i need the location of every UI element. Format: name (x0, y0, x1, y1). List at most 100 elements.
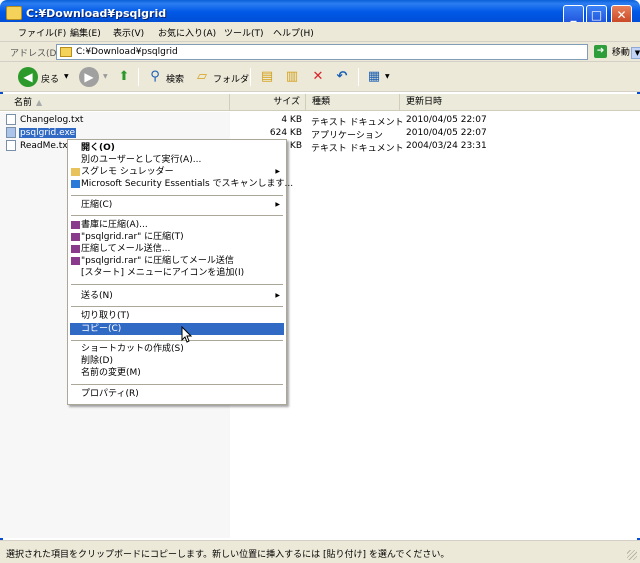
status-text: 選択された項目をクリップボードにコピーします。新しい位置に挿入するには [貼り付… (6, 550, 450, 560)
toolbar-separator (138, 68, 139, 86)
menu-item-cut[interactable]: 切り取り(T) (70, 310, 284, 322)
go-button[interactable]: ➜ 移動 (594, 45, 630, 58)
mouse-cursor-icon (181, 326, 193, 343)
winrar-icon (71, 257, 80, 265)
delete-icon[interactable]: ✕ (309, 69, 327, 85)
menu-separator (71, 384, 283, 385)
submenu-arrow-icon: ▶ (275, 201, 280, 208)
winrar-icon (71, 221, 80, 229)
file-name: ReadMe.txt (20, 140, 72, 151)
menu-separator (71, 195, 283, 196)
toolbar-separator (358, 68, 359, 86)
back-arrow-icon[interactable]: ◀ (18, 67, 38, 87)
file-date: 2010/04/05 22:07 (406, 115, 487, 125)
menu-item-compress-label: 圧縮(C) (81, 200, 113, 210)
menu-file[interactable]: ファイル(F) (18, 26, 66, 39)
menu-separator (71, 306, 283, 307)
up-folder-icon[interactable]: ⬆ (115, 69, 133, 85)
views-dropdown-icon[interactable]: ▼ (385, 73, 390, 80)
menu-item-copy[interactable]: コピー(C) (70, 323, 284, 335)
menu-item-pin-start[interactable]: [スタート] メニューにアイコンを追加(I) (70, 267, 284, 279)
menu-item-add-to-rar-label: "psqlgrid.rar" に圧縮(T) (81, 232, 184, 242)
address-input[interactable]: C:¥Download¥psqlgrid ▼ (56, 44, 640, 60)
mse-shield-icon (71, 180, 80, 188)
file-name-cell: ReadMe.txt (6, 140, 72, 151)
menu-item-compress-email-label: 圧縮してメール送信... (81, 244, 171, 254)
menu-separator (71, 215, 283, 216)
menu-item-run-as[interactable]: 別のユーザーとして実行(A)... (70, 154, 284, 166)
column-headers: 名前 ▲ サイズ 種類 更新日時 (0, 94, 640, 111)
menu-item-add-to-archive[interactable]: 書庫に圧縮(A)... (70, 219, 284, 231)
menu-bar: ファイル(F) 編集(E) 表示(V) お気に入り(A) ツール(T) ヘルプ(… (0, 22, 640, 63)
menu-item-properties[interactable]: プロパティ(R) (70, 388, 284, 400)
forward-arrow-icon[interactable]: ▶ (79, 67, 99, 87)
menu-view[interactable]: 表示(V) (113, 26, 144, 39)
file-date: 2004/03/24 23:31 (406, 141, 487, 151)
file-size: 4 KB (281, 115, 302, 125)
menu-item-open[interactable]: 開く(O) (70, 142, 284, 154)
sort-ascending-icon: ▲ (36, 98, 43, 107)
folder-icon (60, 47, 72, 57)
submenu-arrow-icon: ▶ (275, 168, 280, 175)
copy-to-icon[interactable]: ▥ (283, 69, 301, 85)
menu-item-delete[interactable]: 削除(D) (70, 355, 284, 367)
folders-icon[interactable]: ▱ (193, 69, 211, 85)
menu-item-mse-scan-label: Microsoft Security Essentials でスキャンします..… (81, 179, 294, 189)
shredder-icon (71, 168, 80, 176)
address-label: アドレス(D) (10, 49, 60, 59)
menu-item-rar-email[interactable]: "psqlgrid.rar" に圧縮してメール送信 (70, 255, 284, 267)
menu-item-add-to-archive-label: 書庫に圧縮(A)... (81, 220, 148, 230)
menu-item-shredder[interactable]: スグレモ シュレッダー ▶ (70, 166, 284, 178)
menu-edit[interactable]: 編集(E) (70, 26, 101, 39)
go-arrow-icon: ➜ (594, 45, 607, 58)
menu-tools[interactable]: ツール(T) (224, 26, 264, 39)
resize-grip-icon[interactable] (627, 550, 637, 560)
text-file-icon (6, 114, 16, 125)
search-icon[interactable]: ⚲ (146, 69, 164, 85)
file-name-cell: psqlgrid.exe (6, 127, 77, 138)
file-type: テキスト ドキュメント (311, 144, 404, 154)
file-name: psqlgrid.exe (19, 127, 77, 138)
menu-item-rename[interactable]: 名前の変更(M) (70, 367, 284, 379)
window-title: C:¥Download¥psqlgrid (26, 7, 167, 20)
back-dropdown-icon[interactable]: ▼ (64, 73, 69, 80)
menu-separator (71, 340, 283, 341)
column-header-name[interactable]: 名前 ▲ (0, 94, 230, 111)
column-header-date[interactable]: 更新日時 (400, 94, 640, 111)
undo-icon[interactable]: ↶ (333, 69, 351, 85)
chevron-down-icon[interactable]: ▼ (631, 47, 640, 59)
go-label: 移動 (611, 48, 630, 58)
menu-item-send-to[interactable]: 送る(N) ▶ (70, 290, 284, 302)
menu-help[interactable]: ヘルプ(H) (273, 26, 314, 39)
column-header-type[interactable]: 種類 (306, 94, 400, 111)
menu-item-create-shortcut[interactable]: ショートカットの作成(S) (70, 343, 284, 355)
file-row[interactable]: Changelog.txt 4 KB テキスト ドキュメント 2010/04/0… (0, 114, 640, 128)
status-bar: 選択された項目をクリップボードにコピーします。新しい位置に挿入するには [貼り付… (0, 540, 640, 563)
exe-file-icon (6, 127, 16, 138)
column-name-label: 名前 (14, 98, 33, 108)
menu-item-mse-scan[interactable]: Microsoft Security Essentials でスキャンします..… (70, 178, 293, 190)
menu-item-compress-email[interactable]: 圧縮してメール送信... (70, 243, 284, 255)
menu-item-shredder-label: スグレモ シュレッダー (81, 167, 174, 177)
winrar-icon (71, 233, 80, 241)
folders-button-label[interactable]: フォルダ (213, 72, 249, 85)
column-header-size[interactable]: サイズ (230, 94, 306, 111)
menu-item-compress[interactable]: 圧縮(C) ▶ (70, 199, 284, 211)
toolbar-separator (250, 68, 251, 86)
forward-dropdown-icon[interactable]: ▼ (103, 73, 108, 80)
move-to-icon[interactable]: ▤ (258, 69, 276, 85)
winrar-icon (71, 245, 80, 253)
menu-item-send-to-label: 送る(N) (81, 291, 113, 301)
search-button-label[interactable]: 検索 (166, 72, 184, 85)
submenu-arrow-icon: ▶ (275, 292, 280, 299)
text-file-icon (6, 140, 16, 151)
menu-separator (71, 284, 283, 285)
menu-item-add-to-rar[interactable]: "psqlgrid.rar" に圧縮(T) (70, 231, 284, 243)
back-button-label[interactable]: 戻る (41, 72, 59, 85)
toolbar: ◀ 戻る ▼ ▶ ▼ ⬆ ⚲ 検索 ▱ フォルダ ▤ ▥ ✕ ↶ ▦ ▼ (0, 62, 640, 92)
menu-favorites[interactable]: お気に入り(A) (158, 26, 216, 39)
file-date: 2010/04/05 22:07 (406, 128, 487, 138)
menu-item-rar-email-label: "psqlgrid.rar" に圧縮してメール送信 (81, 256, 234, 266)
file-name: Changelog.txt (20, 114, 84, 125)
views-icon[interactable]: ▦ (365, 69, 383, 85)
